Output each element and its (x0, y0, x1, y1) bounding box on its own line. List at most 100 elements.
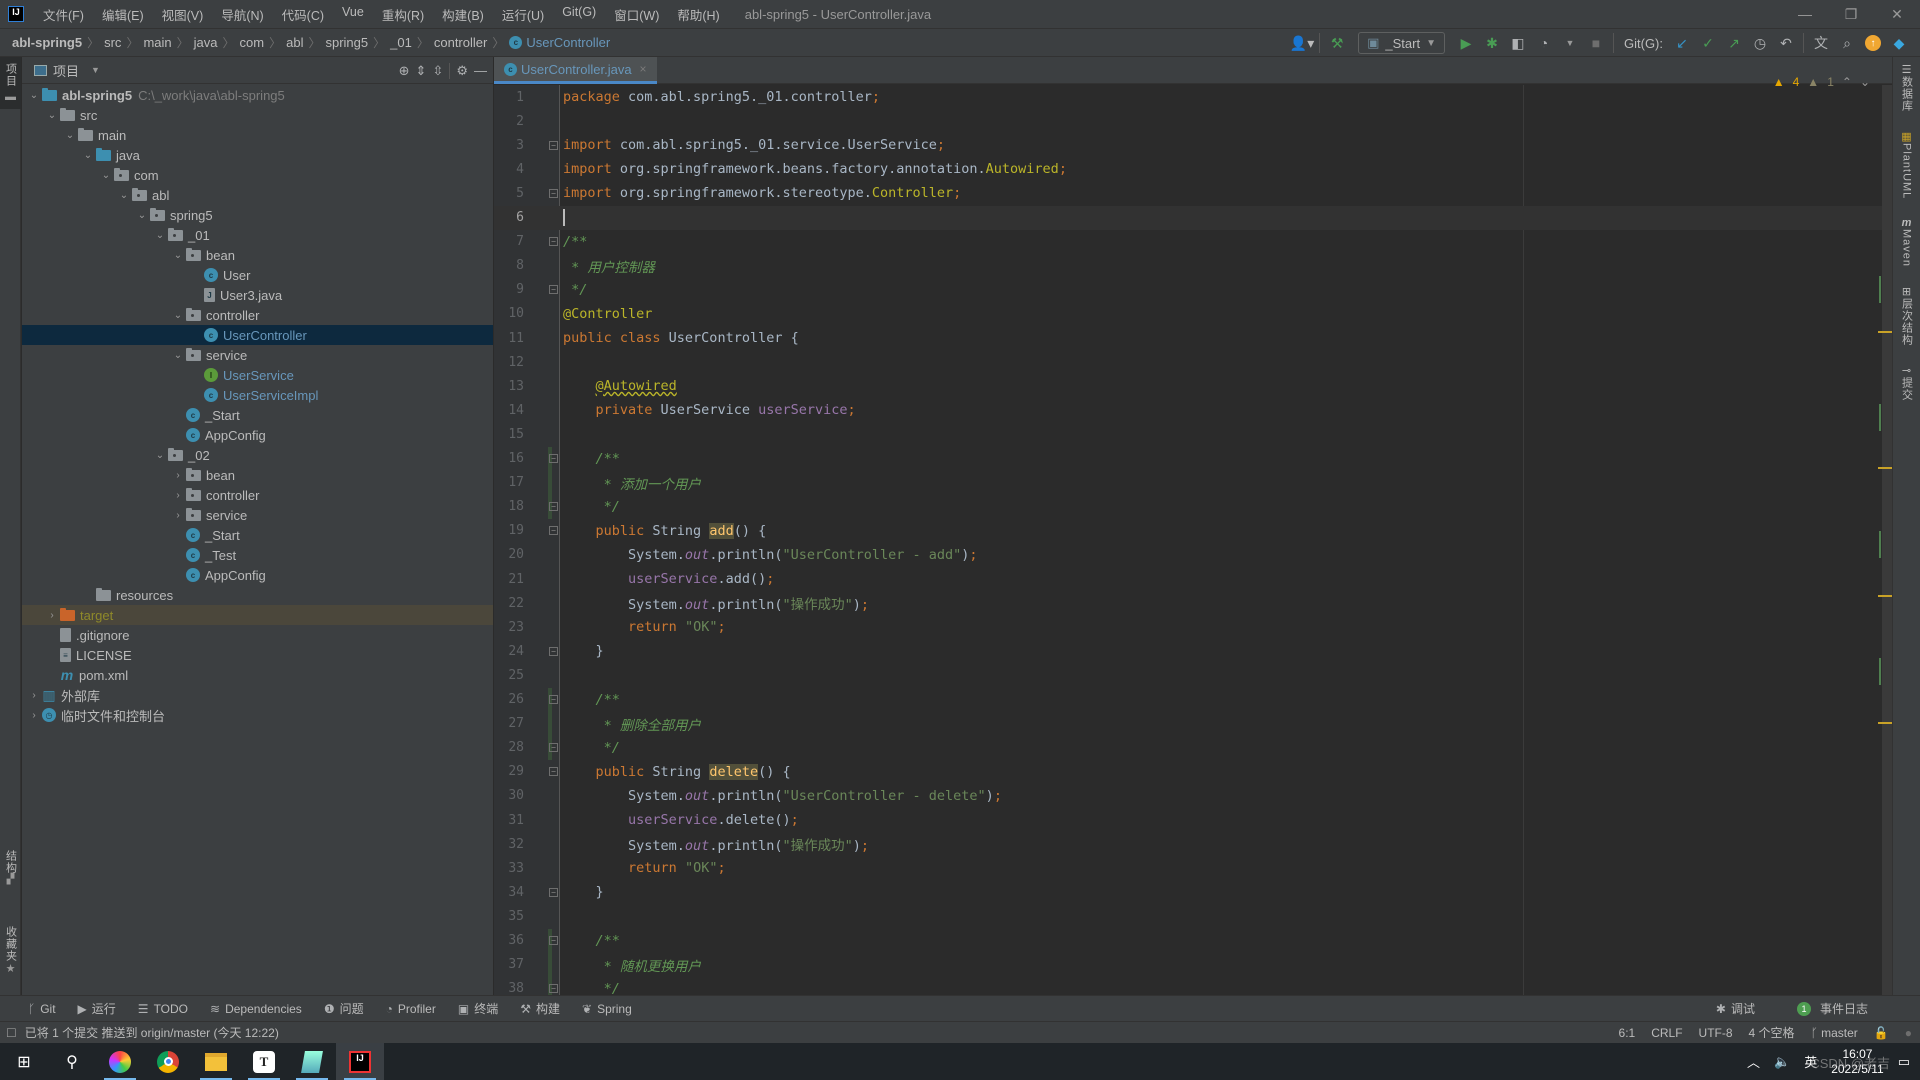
chevron-down-icon[interactable]: ⌄ (170, 310, 186, 321)
line-number[interactable]: 19 (494, 523, 524, 538)
line-number[interactable]: 30 (494, 788, 524, 803)
minimize-button[interactable]: — (1782, 0, 1828, 28)
debug-bug-icon[interactable]: ✱ (1479, 30, 1505, 56)
code-line[interactable]: 14 private UserService userService; (494, 398, 1892, 422)
tool-window-button[interactable]: ☰ TODO (138, 1000, 188, 1017)
lock-icon[interactable]: 🔓 (1874, 1026, 1889, 1040)
indent-setting[interactable]: 4 个空格 (1749, 1024, 1795, 1041)
restore-button[interactable]: ❐ (1828, 0, 1874, 28)
menu-item[interactable]: 代码(C) (273, 5, 333, 24)
tree-item[interactable]: ⌄ src (22, 105, 493, 125)
tree-item[interactable]: › ▥ 外部库 (22, 685, 493, 705)
chevron-down-icon[interactable]: ⌄ (80, 150, 96, 161)
taskbar-app-chrome[interactable] (144, 1043, 192, 1080)
history-clock-icon[interactable]: ◷ (1747, 30, 1773, 56)
tool-window-button[interactable]: ᚴ Git (28, 1000, 56, 1017)
breadcrumb-item[interactable]: java (194, 35, 218, 50)
line-number[interactable]: 10 (494, 306, 524, 321)
line-number[interactable]: 1 (494, 90, 524, 105)
run-config-select[interactable]: ▣ _Start ▼ (1358, 32, 1445, 54)
hierarchy-tool-tab[interactable]: ⊞ 层次结构 (1896, 285, 1917, 346)
taskbar-app-typora[interactable]: T (240, 1043, 288, 1080)
line-number[interactable]: 28 (494, 740, 524, 755)
git-push-icon[interactable]: ↗ (1721, 30, 1747, 56)
tab-usercontroller-java[interactable]: c UserController.java × (494, 57, 657, 84)
file-encoding[interactable]: UTF-8 (1699, 1026, 1733, 1040)
tool-window-button[interactable]: ❶ 问题 (324, 1000, 364, 1017)
tree-item[interactable]: c UserController (22, 325, 493, 345)
code-line[interactable]: 10 @Controller (494, 302, 1892, 326)
close-window-button[interactable]: ✕ (1874, 0, 1920, 28)
code-line[interactable]: 12 (494, 350, 1892, 374)
line-number[interactable]: 13 (494, 379, 524, 394)
code-line[interactable]: 17 * 添加一个用户 (494, 471, 1892, 495)
line-number[interactable]: 32 (494, 837, 524, 852)
code-line[interactable]: 30 System.out.println("UserController - … (494, 784, 1892, 808)
chevron-down-icon[interactable]: ⌄ (134, 210, 150, 221)
previous-highlight-icon[interactable]: ⌃ (1842, 75, 1852, 89)
chevron-right-icon[interactable]: › (170, 470, 186, 481)
favorites-tool-tab[interactable]: 收藏夹 ★ (0, 926, 21, 975)
breadcrumb-item[interactable]: abl-spring5 (12, 35, 82, 50)
tree-item[interactable]: ⌄ _02 (22, 445, 493, 465)
notification-center-icon[interactable]: ▭ (1898, 1054, 1910, 1070)
code-line[interactable]: 32 System.out.println("操作成功"); (494, 832, 1892, 856)
line-number[interactable]: 3 (494, 138, 524, 153)
code-area[interactable]: 1 package com.abl.spring5._01.controller;… (494, 85, 1892, 1001)
line-number[interactable]: 8 (494, 258, 524, 273)
translate-icon[interactable]: 文 (1808, 30, 1834, 56)
line-number[interactable]: 36 (494, 933, 524, 948)
user-account-icon[interactable]: 👤▾ (1289, 30, 1315, 56)
status-message[interactable]: 已将 1 个提交 推送到 origin/master (今天 12:22) (25, 1024, 279, 1041)
line-number[interactable]: 2 (494, 114, 524, 129)
tree-item[interactable]: ⌄ service (22, 345, 493, 365)
tree-item[interactable]: m pom.xml (22, 665, 493, 685)
chevron-down-icon[interactable]: ⌄ (170, 250, 186, 261)
tree-item[interactable]: ⌄ main (22, 125, 493, 145)
taskbar-app-notepad[interactable] (288, 1043, 336, 1080)
line-number[interactable]: 33 (494, 861, 524, 876)
volume-icon[interactable]: 🔈 (1774, 1054, 1790, 1070)
inspection-widget[interactable]: ▲ 4 ▲ 1 ⌃ ⌄ (1773, 75, 1870, 89)
line-number[interactable]: 5 (494, 186, 524, 201)
code-line[interactable]: 2 (494, 109, 1892, 133)
fold-toggle-icon[interactable]: − (549, 646, 558, 656)
code-line[interactable]: 7 −/** (494, 230, 1892, 254)
fold-toggle-icon[interactable]: − (549, 743, 558, 753)
line-number[interactable]: 6 (494, 210, 524, 225)
notifications-icon[interactable]: ● (1905, 1026, 1912, 1040)
gear-icon[interactable]: ⚙ (456, 63, 468, 79)
fold-toggle-icon[interactable]: − (549, 237, 558, 247)
line-number[interactable]: 22 (494, 596, 524, 611)
breadcrumb-item[interactable]: main (143, 35, 171, 50)
menu-item[interactable]: 重构(R) (373, 5, 433, 24)
fold-toggle-icon[interactable]: − (549, 285, 558, 295)
chevron-down-icon[interactable]: ⌄ (116, 190, 132, 201)
chevron-down-icon[interactable]: ⌄ (98, 170, 114, 181)
menu-item[interactable]: Vue (333, 5, 373, 24)
code-line[interactable]: 23 return "OK"; (494, 615, 1892, 639)
chevron-right-icon[interactable]: › (26, 710, 42, 721)
breadcrumb-item[interactable]: abl (286, 35, 303, 50)
code-line[interactable]: 26 − /** (494, 688, 1892, 712)
code-line[interactable]: 27 * 删除全部用户 (494, 712, 1892, 736)
code-line[interactable]: 13 @Autowired (494, 374, 1892, 398)
tree-item[interactable]: ≡ LICENSE (22, 645, 493, 665)
line-number[interactable]: 15 (494, 427, 524, 442)
fold-toggle-icon[interactable]: − (549, 526, 558, 536)
code-line[interactable]: 29 − public String delete() { (494, 760, 1892, 784)
event-log-button[interactable]: 1 事件日志 (1796, 1000, 1868, 1017)
tree-item[interactable]: c AppConfig (22, 425, 493, 445)
fold-toggle-icon[interactable]: − (549, 695, 558, 704)
chevron-right-icon[interactable]: › (44, 610, 60, 621)
breadcrumb-item[interactable]: spring5 (325, 35, 368, 50)
change-stripe-marker[interactable] (1879, 403, 1881, 431)
line-number[interactable]: 25 (494, 668, 524, 683)
git-branch-widget[interactable]: ᚴ master (1811, 1026, 1858, 1040)
fold-toggle-icon[interactable]: − (549, 140, 558, 150)
fold-toggle-icon[interactable]: − (549, 502, 558, 512)
tree-item[interactable]: c _Start (22, 405, 493, 425)
code-line[interactable]: 15 (494, 422, 1892, 446)
menu-item[interactable]: 帮助(H) (668, 5, 728, 24)
menu-item[interactable]: Git(G) (553, 5, 605, 24)
